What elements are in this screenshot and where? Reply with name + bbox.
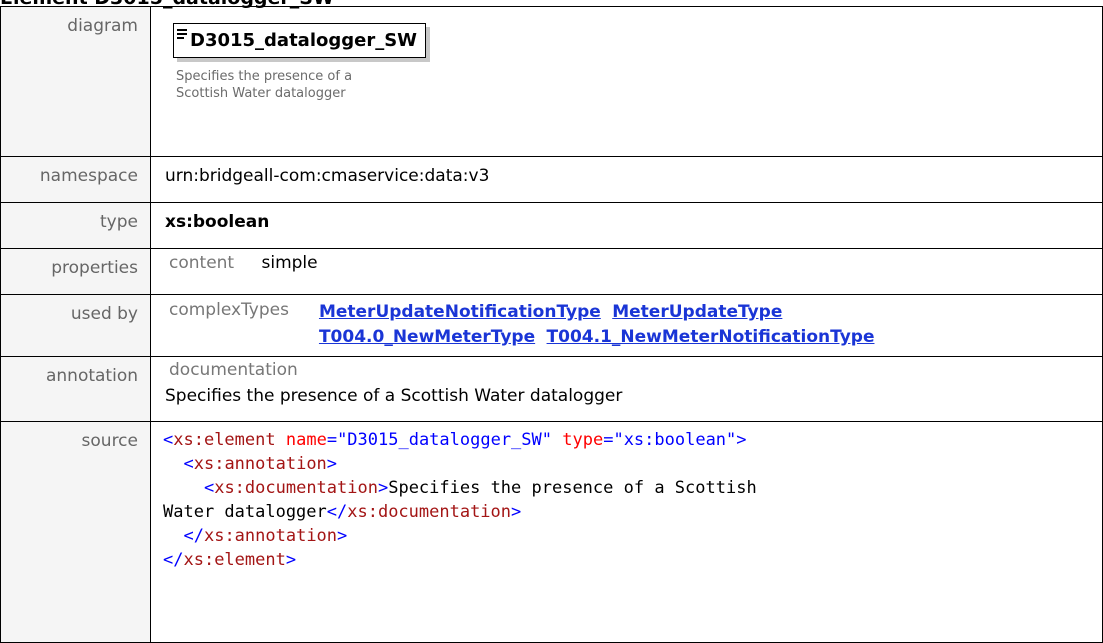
link-t004-1-new-meter-notification-type[interactable]: T004.1_NewMeterNotificationType [547,327,875,347]
annotation-key: documentation [169,360,298,380]
used-by-label: used by [0,294,151,357]
properties-value: simple [261,253,318,273]
src-type-value: "xs:boolean" [613,430,737,450]
diagram-label: diagram [0,6,151,157]
src-name-value: "D3015_datalogger_SW" [337,430,552,450]
properties-line: content simple [165,253,1102,273]
annotation-label: annotation [0,356,151,422]
diagram-element-name: D3015_datalogger_SW [190,30,418,51]
used-by-key: complexTypes [169,300,289,320]
diagram-description: Specifies the presence of a Scottish Wat… [176,69,353,101]
src-element-open: xs:element [173,430,276,450]
src-type-attr: type [562,430,604,450]
diagram-element-box[interactable]: D3015_datalogger_SW [173,23,427,58]
used-by-line: complexTypes MeterUpdateNotificationType… [165,300,1102,350]
row-type: type xs:boolean [0,202,1103,249]
link-t004-0-new-meter-type[interactable]: T004.0_NewMeterType [319,327,535,347]
row-annotation: annotation documentation Specifies the p… [0,356,1103,422]
used-by-cell: complexTypes MeterUpdateNotificationType… [150,294,1103,357]
src-doc-text-2: Water datalogger [163,502,327,522]
properties-label: properties [0,248,151,295]
type-value: xs:boolean [150,202,1103,249]
annotation-cell: documentation Specifies the presence of … [150,356,1103,422]
row-properties: properties content simple [0,248,1103,295]
annotation-value: Specifies the presence of a Scottish Wat… [165,386,623,406]
used-by-links: MeterUpdateNotificationType MeterUpdateT… [319,300,1039,350]
src-documentation-close: xs:documentation [347,502,512,522]
namespace-label: namespace [0,156,151,203]
diagram-cell: D3015_datalogger_SW Specifies the presen… [150,6,1103,157]
link-meter-update-type[interactable]: MeterUpdateType [612,302,782,322]
row-source: source <xs:element name="D3015_datalogge… [0,421,1103,643]
link-meter-update-notification-type[interactable]: MeterUpdateNotificationType [319,302,601,322]
element-doc-table: diagram D3015_datalogger_SW Specifies th… [0,6,1103,643]
src-name-attr: name [285,430,327,450]
properties-cell: content simple [150,248,1103,295]
source-cell: <xs:element name="D3015_datalogger_SW" t… [150,421,1103,643]
src-element-close: xs:element [183,550,286,570]
properties-key: content [169,253,235,273]
source-code: <xs:element name="D3015_datalogger_SW" t… [163,430,757,570]
src-annotation-open: xs:annotation [193,454,327,474]
row-diagram: diagram D3015_datalogger_SW Specifies th… [0,6,1103,157]
src-doc-text-1: Specifies the presence of a Scottish [388,478,757,498]
type-label: type [0,202,151,249]
src-annotation-close: xs:annotation [203,526,338,546]
source-label: source [0,421,151,643]
row-namespace: namespace urn:bridgeall-com:cmaservice:d… [0,156,1103,203]
document-lines-icon [177,29,187,39]
namespace-value: urn:bridgeall-com:cmaservice:data:v3 [150,156,1103,203]
row-used-by: used by complexTypes MeterUpdateNotifica… [0,294,1103,357]
src-documentation-open: xs:documentation [214,478,378,498]
